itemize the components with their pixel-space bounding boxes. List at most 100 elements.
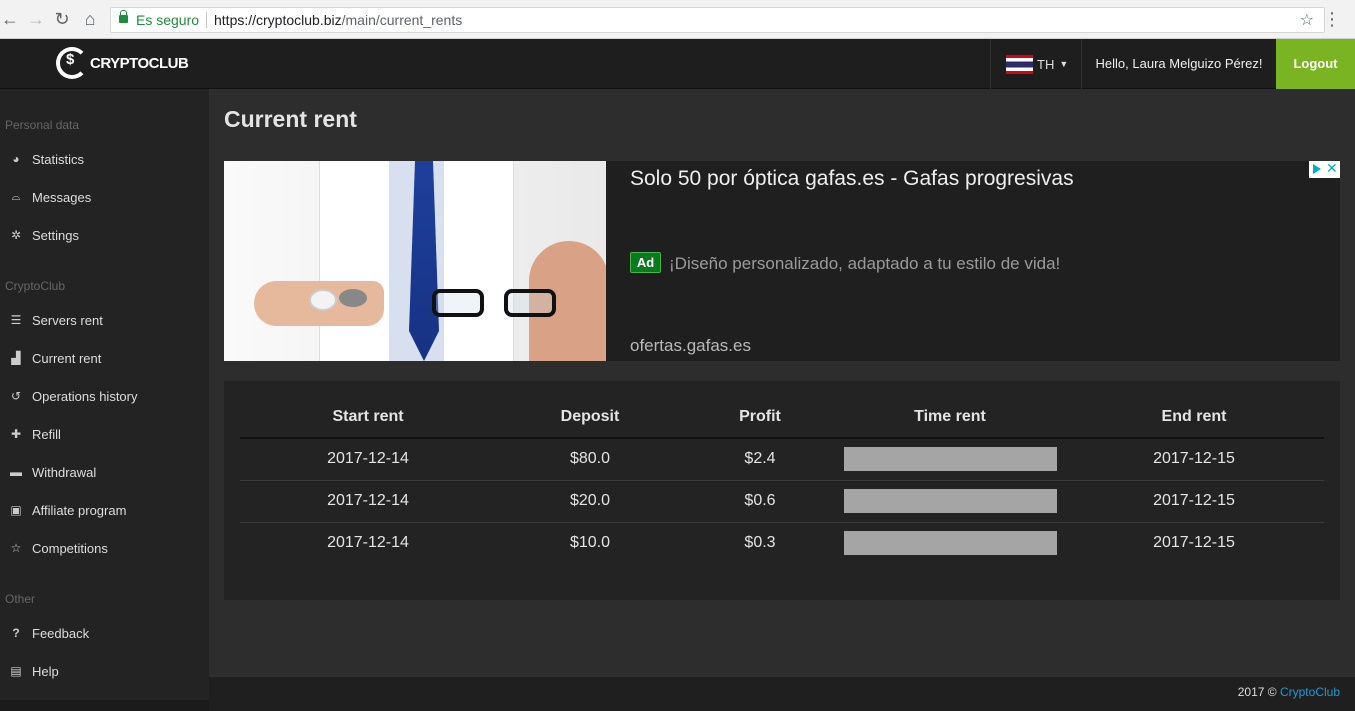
sidebar-item-servers-rent[interactable]: ☰ Servers rent (0, 305, 209, 335)
sidebar-item-label: Servers rent (32, 312, 103, 328)
ad-banner[interactable]: Solo 50 por óptica gafas.es - Gafas prog… (224, 160, 1340, 361)
logout-button[interactable]: Logout (1276, 39, 1355, 89)
time-rent-progress-bar (844, 447, 1057, 471)
sidebar-item-competitions[interactable]: ☆ Competitions (0, 533, 209, 563)
column-header-time-rent: Time rent (914, 408, 986, 425)
chart-icon: ▟ (11, 351, 21, 365)
cell-profit: $0.6 (744, 492, 776, 509)
ad-lens-case-lid (339, 289, 367, 307)
section-label-personal-data: Personal data (5, 118, 80, 132)
lock-icon (119, 10, 128, 23)
ad-lens-case (309, 289, 337, 311)
row-divider (240, 480, 1324, 481)
url-path: /main/current_rents (341, 12, 463, 28)
ad-domain[interactable]: ofertas.gafas.es (630, 336, 751, 356)
main-content: Current rent Solo 50 por óptica gafas.es… (209, 89, 1355, 677)
close-icon[interactable]: ✕ (1326, 160, 1338, 177)
cell-end-rent: 2017-12-15 (1153, 492, 1235, 509)
language-selector[interactable]: TH ▼ (990, 39, 1082, 89)
cell-deposit: $20.0 (569, 492, 611, 509)
sidebar-item-feedback[interactable]: ? Feedback (0, 618, 209, 648)
column-header-start-rent: Start rent (332, 408, 404, 425)
forward-arrow-icon[interactable]: → (26, 9, 46, 29)
ad-description: ¡Diseño personalizado, adaptado a tu est… (669, 254, 1061, 273)
ad-image[interactable] (224, 161, 606, 361)
sidebar-item-operations-history[interactable]: ↺ Operations history (0, 381, 209, 411)
book-icon: ▤ (10, 664, 22, 678)
row-divider (240, 522, 1324, 523)
page-title: Current rent (224, 106, 357, 132)
cell-start-rent: 2017-12-14 (327, 492, 409, 509)
history-icon: ↺ (10, 389, 22, 403)
sidebar-item-label: Settings (32, 227, 79, 243)
section-label-other: Other (5, 592, 36, 606)
url-domain: https://cryptoclub.biz (214, 12, 342, 28)
cryptoclub-logo[interactable]: CRYPTOCLUB (56, 43, 189, 83)
question-icon: ? (12, 626, 20, 640)
cell-start-rent: 2017-12-14 (327, 534, 409, 551)
sidebar-item-label: Affiliate program (32, 502, 127, 518)
sidebar-item-label: Refill (32, 426, 61, 442)
cell-profit: $0.3 (744, 534, 776, 551)
adchoices-icon[interactable]: ✕ (1309, 160, 1340, 178)
reload-icon[interactable]: ↻ (52, 9, 72, 29)
sidebar-item-label: Help (32, 663, 59, 679)
sidebar-item-label: Messages (32, 189, 92, 205)
logo-text: CRYPTOCLUB (90, 54, 189, 72)
adchoices-triangle-icon (1313, 164, 1321, 174)
address-bar[interactable]: Es seguro https://cryptoclub.biz/main/cu… (110, 7, 1325, 33)
secure-label: Es seguro (136, 12, 200, 28)
sidebar-item-label: Statistics (32, 151, 85, 167)
sidebar-item-label: Withdrawal (32, 464, 97, 480)
sidebar-item-label: Feedback (32, 625, 90, 641)
thailand-flag-icon (1006, 54, 1033, 74)
sidebar-item-statistics[interactable]: ◕ Statistics (0, 144, 209, 174)
time-rent-progress-bar (844, 489, 1057, 513)
sidebar-item-settings[interactable]: ✲ Settings (0, 220, 209, 250)
cell-end-rent: 2017-12-15 (1153, 450, 1235, 467)
back-arrow-icon[interactable]: ← (0, 9, 20, 29)
cell-deposit: $80.0 (569, 450, 611, 467)
sidebar-item-affiliate-program[interactable]: ▣ Affiliate program (0, 495, 209, 525)
header-divider (240, 437, 1324, 439)
sidebar-item-label: Competitions (32, 540, 108, 556)
rents-table: Start rent Deposit Profit Time rent End … (224, 381, 1340, 600)
copyright-text: 2017 © (1237, 685, 1277, 699)
cell-deposit: $10.0 (569, 534, 611, 551)
top-navbar: CRYPTOCLUB TH ▼ Hello, Laura Melguizo Pé… (0, 39, 1355, 89)
ad-headline[interactable]: Solo 50 por óptica gafas.es - Gafas prog… (630, 167, 1074, 191)
inbox-icon: ⌓ (11, 190, 21, 203)
sidebar: Personal data ◕ Statistics ⌓ Messages ✲ Set… (0, 89, 209, 711)
cell-end-rent: 2017-12-15 (1153, 534, 1235, 551)
ad-badge: Ad (630, 252, 661, 273)
omnibox-divider (206, 12, 207, 28)
language-code: TH (1037, 56, 1055, 72)
pie-chart-icon: ◕ (12, 152, 20, 166)
ad-glasses (432, 286, 572, 320)
footer-cryptoclub-link[interactable]: CryptoClub (1280, 685, 1340, 699)
time-rent-progress-bar (844, 531, 1057, 555)
footer: 2017 © CryptoClub (209, 677, 1355, 711)
money-icon: ▣ (10, 503, 22, 517)
sidebar-item-messages[interactable]: ⌓ Messages (0, 182, 209, 212)
sidebar-item-label: Current rent (32, 350, 102, 366)
url-text[interactable]: https://cryptoclub.biz/main/current_rent… (214, 12, 462, 28)
sidebar-item-withdrawal[interactable]: ▬ Withdrawal (0, 457, 209, 487)
gear-icon: ✲ (10, 228, 22, 242)
bookmark-star-icon[interactable]: ☆ (1300, 10, 1314, 30)
sidebar-item-current-rent[interactable]: ▟ Current rent (0, 343, 209, 373)
sidebar-item-refill[interactable]: ✚ Refill (0, 419, 209, 449)
user-greeting: Hello, Laura Melguizo Pérez! (1095, 56, 1263, 71)
os-taskbar (0, 700, 209, 711)
column-header-deposit: Deposit (560, 408, 620, 425)
browser-menu-icon[interactable]: ⋮ (1323, 9, 1341, 29)
section-label-cryptoclub: CryptoClub (5, 279, 66, 293)
ad-glasses-lens-left (432, 289, 484, 317)
sidebar-item-help[interactable]: ▤ Help (0, 656, 209, 686)
caret-down-icon: ▼ (1059, 59, 1069, 69)
ad-glasses-lens-right (504, 289, 556, 317)
column-header-end-rent: End rent (1161, 408, 1227, 425)
sidebar-item-label: Operations history (32, 388, 138, 404)
star-icon: ☆ (10, 541, 22, 555)
home-icon[interactable]: ⌂ (80, 9, 100, 29)
